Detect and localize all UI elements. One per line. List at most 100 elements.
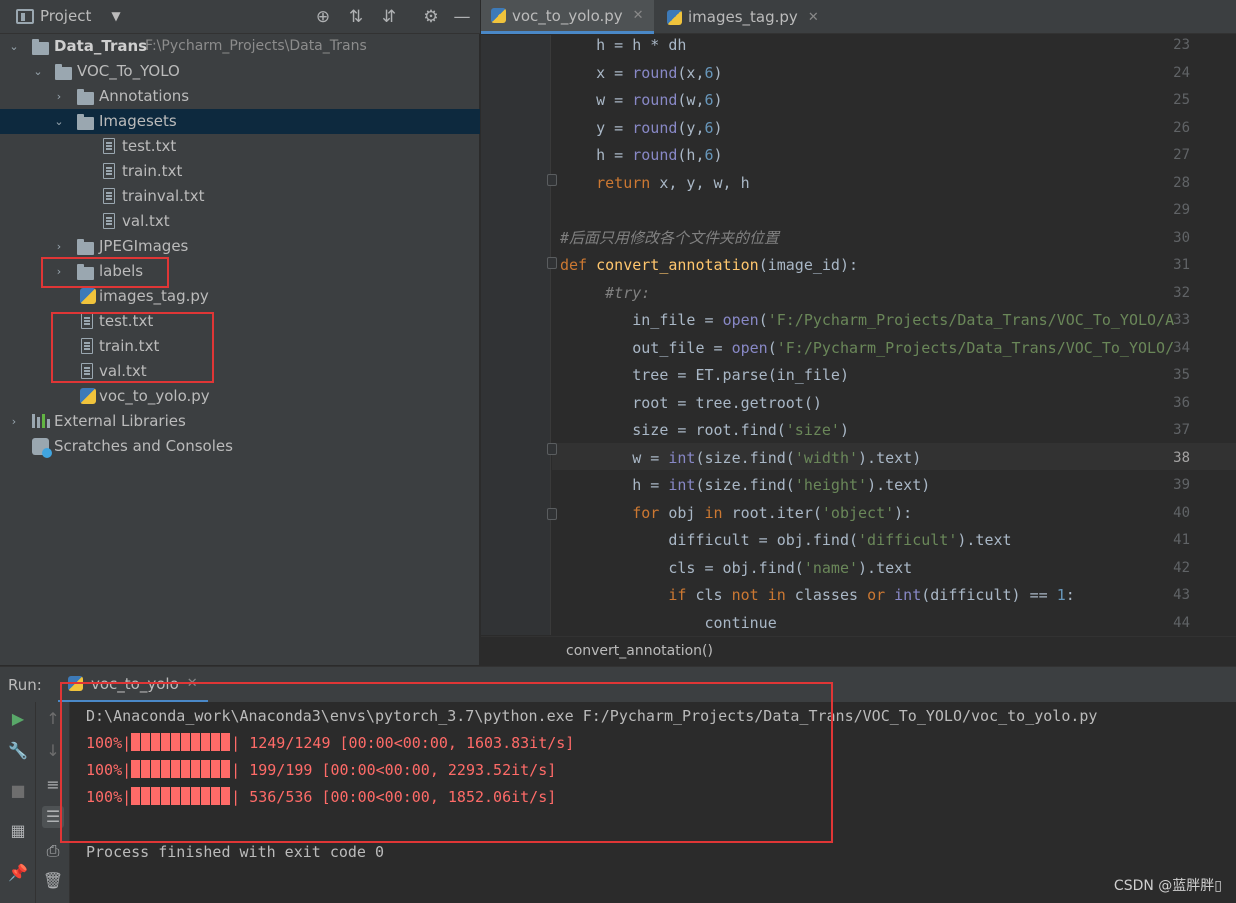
folder-icon [32, 39, 49, 55]
python-file-icon [80, 388, 96, 404]
locate-icon[interactable]: ⊕ [312, 6, 334, 28]
close-icon[interactable]: ✕ [808, 10, 819, 25]
tree-item-label: Annotations [99, 87, 190, 105]
progress-percent: 100%| [86, 761, 132, 779]
close-icon[interactable]: ✕ [187, 676, 198, 691]
code-line[interactable]: return x, y, w, h [560, 170, 750, 197]
code-line[interactable]: for obj in root.iter('object'): [560, 500, 912, 527]
breadcrumb[interactable]: convert_annotation() [481, 636, 1236, 666]
chevron-down-icon[interactable]: ⌄ [53, 115, 65, 128]
tree-item-scratches[interactable]: Scratches and Consoles [0, 434, 480, 459]
minimize-icon[interactable]: — [451, 6, 473, 28]
tree-item-jpegimages[interactable]: › JPEGImages [0, 234, 480, 259]
chevron-right-icon[interactable]: › [53, 90, 65, 103]
chevron-down-icon[interactable]: ⌄ [32, 65, 44, 78]
folder-icon [77, 239, 94, 255]
expand-all-icon[interactable]: ⇅ [345, 6, 367, 28]
code-line[interactable]: in_file = open('F:/Pycharm_Projects/Data… [560, 307, 1174, 334]
trash-icon[interactable]: 🗑 [42, 870, 64, 892]
code-line[interactable]: root = tree.getroot() [560, 390, 822, 417]
chevron-right-icon[interactable]: › [53, 240, 65, 253]
tree-item-data-trans[interactable]: ⌄ Data_Trans F:\Pycharm_Projects\Data_Tr… [0, 34, 480, 59]
pin-icon[interactable]: 📌 [7, 862, 29, 884]
tree-item-file[interactable]: test.txt [0, 309, 480, 334]
code-line[interactable]: #后面只用修改各个文件夹的位置 [560, 225, 779, 252]
line-number: 23 [1173, 37, 1190, 53]
print-icon[interactable]: ⎙ [42, 840, 64, 862]
code-line[interactable]: x = round(x,6) [560, 60, 722, 87]
layout-icon[interactable]: ▦ [7, 820, 29, 842]
arrow-down-icon[interactable]: ↓ [42, 740, 64, 762]
breadcrumb-item[interactable]: convert_annotation() [566, 643, 713, 659]
code-line[interactable]: y = round(y,6) [560, 115, 722, 142]
tab-images-tag[interactable]: images_tag.py ✕ [657, 0, 829, 34]
run-tab[interactable]: voc_to_yolo ✕ [58, 667, 208, 703]
chevron-right-icon[interactable]: › [53, 265, 65, 278]
editor-tabs: voc_to_yolo.py ✕ images_tag.py ✕ [481, 0, 1236, 34]
soft-wrap-icon[interactable]: ≡ [42, 774, 64, 796]
code-line[interactable]: cls = obj.find('name').text [560, 555, 912, 582]
code-line[interactable]: tree = ET.parse(in_file) [560, 362, 849, 389]
project-title: Project [40, 7, 92, 25]
rerun-icon[interactable]: ▶ [7, 708, 29, 730]
tree-item-python-file[interactable]: images_tag.py [0, 284, 480, 309]
tab-label: voc_to_yolo.py [512, 6, 623, 25]
code-line[interactable]: w = round(w,6) [560, 87, 722, 114]
fold-marker-icon[interactable] [547, 257, 557, 269]
code-line[interactable]: h = h * dh [560, 35, 686, 59]
tree-item-file[interactable]: test.txt [0, 134, 480, 159]
tab-voc-to-yolo[interactable]: voc_to_yolo.py ✕ [481, 0, 654, 34]
code-editor[interactable]: 23 24 25 26 27 28 29 30 31 32 33 34 35 36 37 38 39 40 41 42… [481, 35, 1236, 635]
fold-marker-icon[interactable] [547, 174, 557, 186]
code-line[interactable]: difficult = obj.find('difficult').text [560, 527, 1011, 554]
code-line[interactable]: size = root.find('size') [560, 417, 849, 444]
text-file-icon [103, 163, 115, 179]
folder-icon [77, 264, 94, 280]
tree-item-file[interactable]: train.txt [0, 159, 480, 184]
tree-item-label: JPEGImages [99, 237, 189, 255]
tree-item-file[interactable]: val.txt [0, 209, 480, 234]
line-number: 27 [1173, 147, 1190, 163]
project-header: Project ▼ ⊕ ⇅ ⇵ ⚙ — [0, 0, 480, 34]
tree-item-labels[interactable]: › labels [0, 259, 480, 284]
tree-item-annotations[interactable]: › Annotations [0, 84, 480, 109]
line-number: 29 [1173, 202, 1190, 218]
line-number: 32 [1173, 284, 1190, 301]
tree-item-file[interactable]: train.txt [0, 334, 480, 359]
collapse-all-icon[interactable]: ⇵ [378, 6, 400, 28]
tree-item-path: F:\Pycharm_Projects\Data_Trans [145, 38, 367, 54]
scroll-to-end-icon[interactable]: ☰ [42, 806, 64, 828]
code-line[interactable]: if cls not in classes or int(difficult) … [560, 582, 1074, 609]
code-line[interactable]: def convert_annotation(image_id): [560, 252, 858, 279]
gear-icon[interactable]: ⚙ [420, 6, 442, 28]
fold-marker-icon[interactable] [547, 443, 557, 455]
code-line[interactable]: out_file = open('F:/Pycharm_Projects/Dat… [560, 335, 1174, 362]
run-toolbar: ▶ 🔧 ■ ▦ 📌 [0, 702, 36, 903]
tree-item-file[interactable]: trainval.txt [0, 184, 480, 209]
chevron-down-icon[interactable]: ⌄ [8, 40, 20, 53]
project-view-selector[interactable]: Project ▼ [16, 7, 121, 25]
code-line[interactable]: continue [560, 610, 776, 636]
console-command: D:\Anaconda_work\Anaconda3\envs\pytorch_… [86, 707, 1098, 725]
tree-item-file[interactable]: val.txt [0, 359, 480, 384]
tree-item-external-libraries[interactable]: › External Libraries [0, 409, 480, 434]
progress-stats: | 199/199 [00:00<00:00, 2293.52it/s] [231, 761, 557, 779]
console-progress-line: 100%| | 536/536 [00:00<00:00, 1852.06it/s… [86, 784, 556, 811]
close-icon[interactable]: ✕ [633, 8, 644, 23]
code-line[interactable]: w = int(size.find('width').text) [560, 445, 921, 472]
wrench-icon[interactable]: 🔧 [7, 740, 29, 762]
code-line[interactable]: h = round(h,6) [560, 142, 722, 169]
chevron-right-icon[interactable]: › [8, 415, 20, 428]
tree-item-python-file[interactable]: voc_to_yolo.py [0, 384, 480, 409]
arrow-up-icon[interactable]: ↑ [42, 708, 64, 730]
progress-bar [131, 760, 232, 778]
tree-item-label: Data_Trans [54, 37, 148, 55]
code-line[interactable]: h = int(size.find('height').text) [560, 472, 930, 499]
stop-icon[interactable]: ■ [7, 780, 29, 802]
tree-item-voc-to-yolo[interactable]: ⌄ VOC_To_YOLO [0, 59, 480, 84]
text-file-icon [81, 313, 93, 329]
code-line[interactable]: #try: [560, 280, 650, 307]
fold-marker-icon[interactable] [547, 508, 557, 520]
tree-item-imagesets[interactable]: ⌄ Imagesets [0, 109, 480, 134]
line-number: 36 [1173, 394, 1190, 411]
